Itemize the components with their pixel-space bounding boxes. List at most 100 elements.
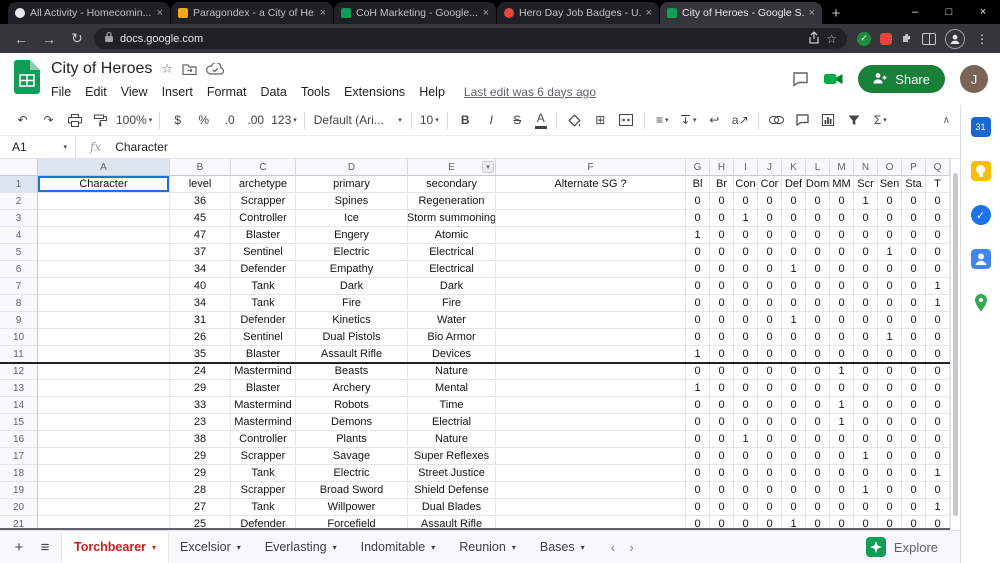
cell[interactable]: 0	[854, 380, 878, 397]
cell[interactable]: Mental	[408, 380, 496, 397]
cell[interactable]	[496, 482, 686, 499]
cell[interactable]: 0	[758, 227, 782, 244]
cell[interactable]: 0	[854, 227, 878, 244]
cell[interactable]: 0	[926, 329, 950, 346]
cell[interactable]: Kinetics	[296, 312, 408, 329]
cell[interactable]: 1	[734, 431, 758, 448]
cell[interactable]: Bio Armor	[408, 329, 496, 346]
column-header-i[interactable]: I	[734, 159, 758, 176]
cell[interactable]	[496, 312, 686, 329]
cell[interactable]: 0	[878, 261, 902, 278]
folder-move-icon[interactable]	[182, 63, 197, 75]
cell[interactable]	[496, 295, 686, 312]
cell[interactable]: Time	[408, 397, 496, 414]
cell[interactable]: 0	[854, 295, 878, 312]
star-icon[interactable]: ☆	[161, 61, 173, 77]
header-cell[interactable]: primary	[296, 176, 408, 193]
row-number[interactable]: 8	[0, 295, 38, 312]
undo-button[interactable]: ↶	[10, 109, 35, 131]
cell[interactable]	[496, 244, 686, 261]
cell[interactable]: 0	[710, 227, 734, 244]
cell[interactable]: 0	[830, 465, 854, 482]
row-number[interactable]: 16	[0, 431, 38, 448]
extensions-puzzle-icon[interactable]	[901, 30, 913, 48]
maximize-button[interactable]: □	[932, 0, 966, 24]
column-header-q[interactable]: Q	[926, 159, 950, 176]
cell[interactable]: 0	[854, 499, 878, 516]
cell[interactable]: 0	[806, 295, 830, 312]
cell[interactable]: 0	[710, 193, 734, 210]
cell[interactable]: Dark	[296, 278, 408, 295]
more-formats-button[interactable]: 123 ▾	[269, 109, 299, 131]
row-number[interactable]: 13	[0, 380, 38, 397]
cell[interactable]: 0	[878, 380, 902, 397]
cell[interactable]: 0	[686, 261, 710, 278]
column-header-l[interactable]: L	[806, 159, 830, 176]
cell[interactable]: 0	[806, 465, 830, 482]
cell[interactable]: Plants	[296, 431, 408, 448]
cell[interactable]: 0	[734, 193, 758, 210]
cell[interactable]	[38, 499, 170, 516]
insert-link-button[interactable]	[764, 109, 789, 131]
cell[interactable]: 0	[758, 482, 782, 499]
cell[interactable]: 0	[806, 329, 830, 346]
cell[interactable]: Water	[408, 312, 496, 329]
cell[interactable]: 0	[686, 210, 710, 227]
cell[interactable]: 0	[782, 278, 806, 295]
cell[interactable]: Storm summoning	[408, 210, 496, 227]
cell[interactable]: Defender	[231, 261, 296, 278]
menu-tools[interactable]: Tools	[294, 85, 337, 99]
cell[interactable]: 0	[734, 448, 758, 465]
cell[interactable]: 1	[830, 363, 854, 380]
header-cell[interactable]: secondary	[408, 176, 496, 193]
cell[interactable]: 1	[854, 482, 878, 499]
cell[interactable]: Defender	[231, 312, 296, 329]
cell[interactable]: 0	[710, 329, 734, 346]
cell[interactable]: 0	[806, 312, 830, 329]
maps-icon[interactable]	[971, 293, 991, 313]
cell[interactable]: 0	[926, 448, 950, 465]
cell[interactable]: 37	[170, 244, 231, 261]
password-extension-icon[interactable]	[880, 32, 892, 45]
cell[interactable]: 0	[782, 210, 806, 227]
row-number[interactable]: 5	[0, 244, 38, 261]
cell[interactable]: 0	[830, 431, 854, 448]
cell[interactable]: 0	[734, 261, 758, 278]
cell[interactable]: 0	[734, 227, 758, 244]
cell[interactable]	[38, 414, 170, 431]
cell[interactable]: 0	[782, 244, 806, 261]
collapse-toolbar-icon[interactable]: ∧	[943, 115, 950, 126]
tab-close-icon[interactable]: ×	[483, 7, 489, 19]
cell[interactable]: Scrapper	[231, 193, 296, 210]
header-cell[interactable]: Alternate SG ?	[496, 176, 686, 193]
horizontal-align-button[interactable]: ≡ ▾	[650, 109, 675, 131]
cell[interactable]: 0	[878, 482, 902, 499]
cell[interactable]: 0	[806, 414, 830, 431]
cell[interactable]: Dual Blades	[408, 499, 496, 516]
cell[interactable]: Tank	[231, 278, 296, 295]
cell[interactable]: 1	[854, 448, 878, 465]
cell[interactable]: 33	[170, 397, 231, 414]
cell[interactable]: 0	[710, 363, 734, 380]
cell[interactable]: 0	[926, 210, 950, 227]
cell[interactable]: 0	[686, 295, 710, 312]
split-screen-icon[interactable]	[922, 32, 936, 45]
cell[interactable]: 0	[686, 329, 710, 346]
column-header-o[interactable]: O	[878, 159, 902, 176]
cell[interactable]: Ice	[296, 210, 408, 227]
format-percent-button[interactable]: %	[191, 109, 216, 131]
cell[interactable]: 0	[902, 193, 926, 210]
cell[interactable]: 45	[170, 210, 231, 227]
font-select[interactable]: Default (Ari... ▾	[310, 109, 406, 131]
cell[interactable]: Shield Defense	[408, 482, 496, 499]
row-number[interactable]: 15	[0, 414, 38, 431]
menu-format[interactable]: Format	[200, 85, 254, 99]
sheet-tab-indomitable[interactable]: Indomitable ▾	[349, 531, 448, 563]
cell[interactable]: 0	[830, 244, 854, 261]
cell[interactable]: Assault Rifle	[296, 346, 408, 363]
row-number[interactable]: 7	[0, 278, 38, 295]
cell[interactable]	[496, 278, 686, 295]
cell[interactable]: 0	[878, 431, 902, 448]
add-sheet-button[interactable]: +	[6, 539, 32, 556]
cell[interactable]: 0	[854, 414, 878, 431]
